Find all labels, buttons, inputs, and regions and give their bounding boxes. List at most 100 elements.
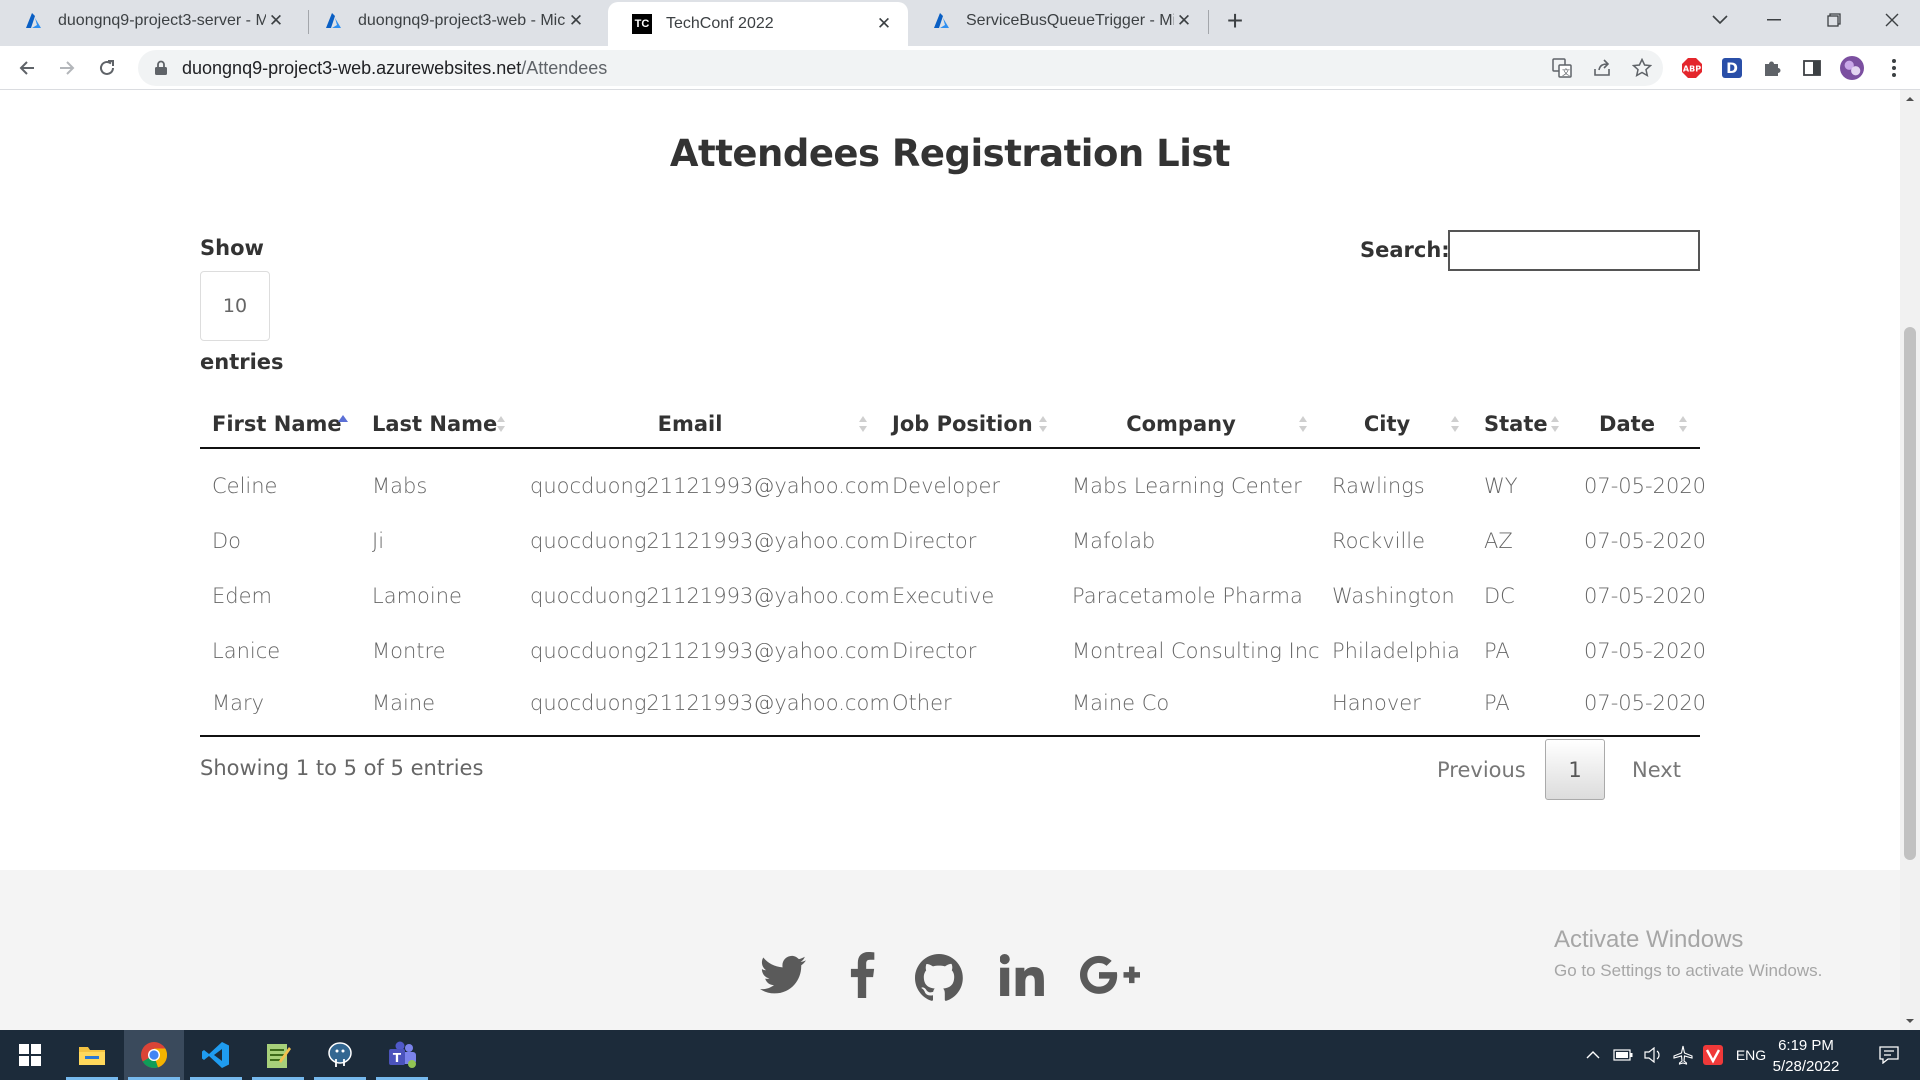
notepad-icon[interactable] (248, 1030, 308, 1080)
column-header-label: First Name (212, 411, 342, 436)
clock[interactable]: 6:19 PM 5/28/2022 (1760, 1035, 1852, 1077)
cell-job-position: Executive (892, 583, 995, 608)
cell-company: Paracetamole Pharma (1072, 583, 1303, 608)
column-header-email[interactable]: Email (518, 400, 880, 449)
reload-button[interactable] (92, 53, 122, 83)
search-input[interactable] (1448, 230, 1700, 271)
chrome-icon[interactable] (124, 1030, 184, 1080)
cell-email: quocduong21121993@yahoo.com (530, 528, 890, 553)
restore-button[interactable] (1806, 0, 1862, 40)
cell-first-name: Edem (212, 583, 272, 608)
extension-d-icon[interactable]: D (1720, 56, 1744, 80)
column-header-first-name[interactable]: First Name (200, 400, 360, 449)
cell-email: quocduong21121993@yahoo.com (530, 474, 890, 498)
close-icon (1885, 13, 1899, 27)
linkedin-icon[interactable] (996, 950, 1048, 1000)
postgres-icon[interactable] (310, 1030, 370, 1080)
google-plus-icon[interactable] (1078, 950, 1142, 1000)
cell-job-position: Other (880, 678, 1060, 737)
column-header-company[interactable]: Company (1060, 400, 1320, 449)
cell-first-name: Do (212, 528, 242, 553)
tab-techconf[interactable]: TC TechConf 2022 ✕ (608, 2, 908, 46)
facebook-icon[interactable] (842, 950, 882, 1000)
tab-title: duongnq9-project3-server - Micr (58, 12, 266, 29)
adblock-icon[interactable]: ABP (1680, 56, 1704, 80)
extensions-puzzle-icon[interactable] (1760, 56, 1784, 80)
airplane-mode-icon[interactable] (1668, 1045, 1698, 1065)
vivaldi-icon[interactable] (1698, 1045, 1728, 1065)
sort-icon (1451, 416, 1459, 432)
activate-windows-title: Activate Windows (1554, 926, 1744, 953)
column-header-state[interactable]: State (1472, 400, 1572, 449)
pagination-previous[interactable]: Previous (1437, 758, 1526, 782)
taskbar: T ENG 6:19 PM 5/28/2022 (0, 1030, 1920, 1080)
pagination-page-current[interactable]: 1 (1545, 739, 1605, 800)
close-icon[interactable]: ✕ (566, 11, 586, 31)
cell-last-name: Ji (372, 528, 385, 553)
battery-icon[interactable] (1608, 1049, 1638, 1061)
table-info: Showing 1 to 5 of 5 entries (200, 756, 484, 780)
cell-state: WY (1484, 474, 1518, 498)
scroll-down-icon[interactable] (1900, 1014, 1920, 1028)
close-window-button[interactable] (1864, 0, 1920, 40)
side-panel-icon[interactable] (1800, 56, 1824, 80)
cell-email: quocduong21121993@yahoo.com (530, 638, 890, 663)
file-explorer-icon[interactable] (62, 1030, 122, 1080)
svg-text:D: D (1726, 61, 1738, 77)
profile-avatar[interactable] (1840, 56, 1864, 80)
page-length-select[interactable]: 10 (200, 271, 270, 341)
start-icon[interactable] (0, 1030, 60, 1080)
translate-icon[interactable]: 文 (1550, 56, 1574, 80)
scrollbar-thumb[interactable] (1904, 327, 1916, 860)
bookmark-star-icon[interactable] (1630, 56, 1654, 80)
lock-icon (155, 60, 167, 75)
search-label: Search: (1360, 238, 1450, 262)
twitter-icon[interactable] (758, 950, 808, 1000)
notifications-icon[interactable] (1864, 1030, 1914, 1080)
system-tray: ENG (1578, 1030, 1774, 1080)
azure-icon (326, 13, 341, 28)
svg-text:T: T (393, 1051, 402, 1065)
menu-kebab-icon[interactable] (1882, 56, 1906, 80)
close-icon[interactable]: ✕ (266, 11, 286, 31)
table-row: Edem Lamoine quocduong21121993@yahoo.com… (200, 568, 1707, 623)
address-bar[interactable]: duongnq9-project3-web.azurewebsites.net /… (138, 50, 1663, 86)
column-header-label: Date (1599, 411, 1655, 436)
scroll-up-icon[interactable] (1900, 92, 1920, 106)
close-icon[interactable]: ✕ (1174, 11, 1194, 31)
sort-icon (1551, 416, 1559, 432)
column-header-last-name[interactable]: Last Name (360, 400, 518, 449)
tab-project3-server[interactable]: duongnq9-project3-server - Micr ✕ (0, 0, 300, 42)
url-path: /Attendees (521, 57, 608, 78)
share-icon[interactable] (1590, 56, 1614, 80)
vscode-icon[interactable] (186, 1030, 246, 1080)
column-header-label: Job Position (892, 411, 1033, 436)
tab-separator (1208, 10, 1209, 34)
teams-icon[interactable]: T (372, 1030, 432, 1080)
column-header-label: Last Name (372, 411, 498, 436)
pagination-next[interactable]: Next (1632, 758, 1681, 782)
close-icon[interactable]: ✕ (874, 14, 894, 34)
tab-servicebus-trigger[interactable]: ServiceBusQueueTrigger - Micros ✕ (908, 0, 1208, 42)
cell-date: 07-05-2020 (1584, 583, 1707, 608)
github-icon[interactable] (912, 950, 966, 1004)
show-label: Show (200, 236, 264, 260)
cell-email: quocduong21121993@yahoo.com (518, 678, 890, 737)
column-header-label: State (1484, 411, 1548, 436)
cell-first-name: Lanice (212, 638, 281, 663)
minimize-button[interactable] (1746, 0, 1802, 40)
column-header-date[interactable]: Date (1572, 400, 1700, 449)
column-header-city[interactable]: City (1320, 400, 1472, 449)
sort-icon (1039, 416, 1047, 432)
svg-text:文: 文 (1562, 67, 1570, 77)
forward-button[interactable] (52, 53, 82, 83)
back-button[interactable] (12, 53, 42, 83)
tab-search-button[interactable] (1692, 0, 1748, 40)
volume-icon[interactable] (1638, 1047, 1668, 1063)
new-tab-button[interactable]: + (1220, 5, 1250, 36)
column-header-job-position[interactable]: Job Position (880, 400, 1060, 449)
cell-job-position: Director (892, 528, 977, 553)
page-scrollbar[interactable] (1900, 90, 1920, 1030)
tab-project3-web[interactable]: duongnq9-project3-web - Micro ✕ (300, 0, 600, 42)
chevron-up-icon[interactable] (1578, 1051, 1608, 1059)
